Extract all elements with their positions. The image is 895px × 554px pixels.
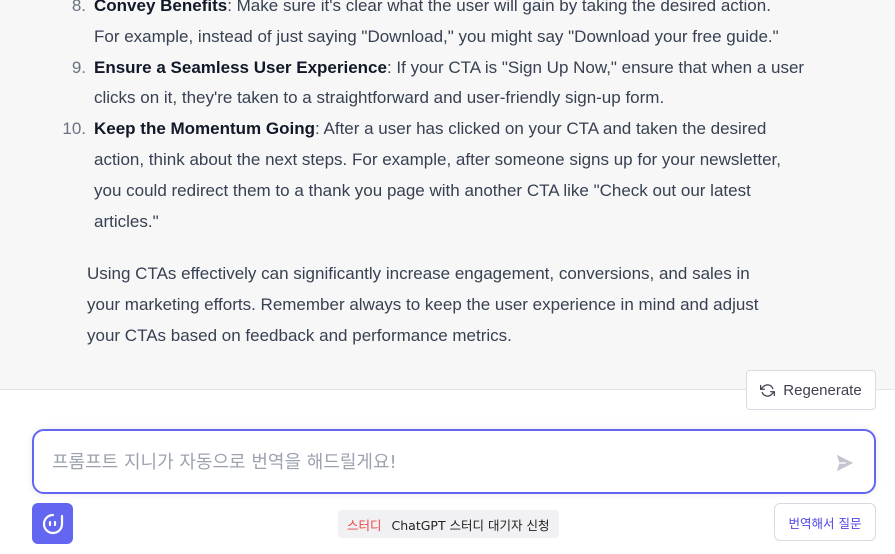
closing-paragraph: Using CTAs effectively can significantly…: [87, 258, 807, 351]
paragraph-line: your CTAs based on feedback and performa…: [87, 326, 512, 345]
list-item-title: Keep the Momentum Going: [94, 119, 315, 139]
translate-question-button[interactable]: 번역해서 질문: [774, 503, 876, 541]
paragraph-line: Using CTAs effectively can significantly…: [87, 264, 750, 283]
list-item-text: action, think about the next steps. For …: [94, 149, 781, 169]
study-banner[interactable]: 스터디 ChatGPT 스터디 대기자 신청: [338, 510, 559, 538]
prompt-input[interactable]: [52, 449, 812, 475]
list-item-10: 10. Keep the Momentum Going: After a use…: [60, 114, 820, 237]
list-item-title: Ensure a Seamless User Experience: [94, 57, 387, 77]
list-number: 10.: [62, 119, 86, 139]
list-item-text: For example, instead of just saying "Dow…: [94, 26, 779, 46]
assistant-message: 8. Convey Benefits: Make sure it's clear…: [0, 0, 895, 390]
list-item-8: 8. Convey Benefits: Make sure it's clear…: [60, 0, 820, 53]
regenerate-label: Regenerate: [783, 381, 862, 399]
bot-button[interactable]: [32, 503, 73, 544]
list-item-text: clicks on it, they're taken to a straigh…: [94, 88, 665, 108]
list-item-text: you could redirect them to a thank you p…: [94, 180, 751, 200]
list-item-text: : If your CTA is "Sign Up Now," ensure t…: [386, 57, 805, 77]
list-item-text: : Make sure it's clear what the user wil…: [227, 0, 771, 15]
send-icon[interactable]: [834, 452, 856, 474]
prompt-input-container: [32, 429, 876, 494]
study-tag: 스터디: [347, 517, 382, 533]
list-number: 8.: [71, 0, 86, 15]
list-item-title: Convey Benefits: [94, 0, 228, 15]
list-number: 9.: [71, 57, 86, 77]
numbered-list: 8. Convey Benefits: Make sure it's clear…: [60, 0, 820, 237]
regenerate-button[interactable]: Regenerate: [746, 370, 876, 410]
list-item-9: 9. Ensure a Seamless User Experience: If…: [60, 53, 820, 115]
study-banner-text: ChatGPT 스터디 대기자 신청: [391, 517, 550, 533]
refresh-icon: [760, 383, 776, 397]
list-item-text: articles.": [94, 211, 159, 231]
paragraph-line: your marketing efforts. Remember always …: [87, 295, 759, 314]
list-item-text: : After a user has clicked on your CTA a…: [315, 119, 767, 139]
bot-face-icon: [42, 513, 63, 534]
